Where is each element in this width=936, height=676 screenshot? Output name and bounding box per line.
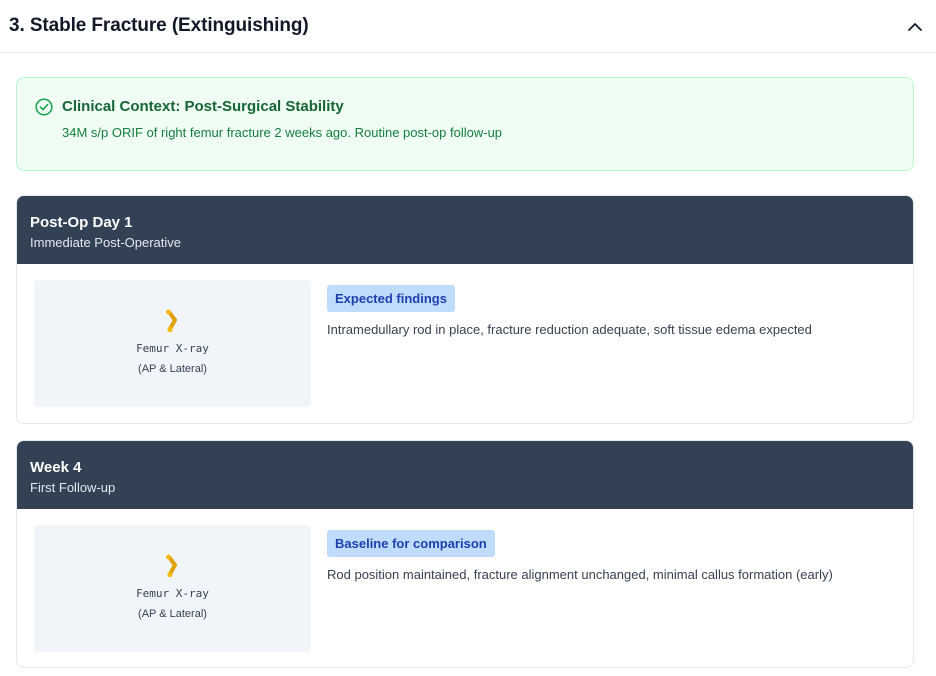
context-title: Clinical Context: Post-Surgical Stabilit… <box>62 98 344 115</box>
card-title: Week 4 <box>30 459 82 476</box>
card-title: Post-Op Day 1 <box>30 214 133 231</box>
card-subtitle: First Follow-up <box>30 480 116 495</box>
chevron-up-icon[interactable] <box>906 17 924 35</box>
xray-image-placeholder[interactable]: Femur X-ray (AP & Lateral) <box>34 280 311 407</box>
xray-image-placeholder[interactable]: Femur X-ray (AP & Lateral) <box>34 525 311 652</box>
bone-icon <box>164 309 182 333</box>
image-label: Femur X-ray <box>136 341 209 355</box>
check-circle-icon <box>35 98 53 116</box>
card-header: Week 4 First Follow-up <box>17 441 913 509</box>
timeline-card: Post-Op Day 1 Immediate Post-Operative F… <box>16 195 914 424</box>
image-label: Femur X-ray <box>136 586 209 600</box>
findings-text: Rod position maintained, fracture alignm… <box>327 567 833 582</box>
findings-text: Intramedullary rod in place, fracture re… <box>327 322 812 337</box>
section-title: 3. Stable Fracture (Extinguishing) <box>9 15 309 36</box>
findings-badge: Baseline for comparison <box>327 530 495 557</box>
clinical-context-panel: Clinical Context: Post-Surgical Stabilit… <box>16 77 914 171</box>
context-text: 34M s/p ORIF of right femur fracture 2 w… <box>62 125 503 140</box>
card-header: Post-Op Day 1 Immediate Post-Operative <box>17 196 913 264</box>
timeline-card: Week 4 First Follow-up Femur X-ray (AP &… <box>16 440 914 668</box>
findings-badge: Expected findings <box>327 285 455 312</box>
card-subtitle: Immediate Post-Operative <box>30 235 182 250</box>
image-sublabel: (AP & Lateral) <box>138 607 207 620</box>
section-header[interactable]: 3. Stable Fracture (Extinguishing) <box>0 0 936 53</box>
image-sublabel: (AP & Lateral) <box>138 362 207 375</box>
bone-icon <box>164 554 182 578</box>
